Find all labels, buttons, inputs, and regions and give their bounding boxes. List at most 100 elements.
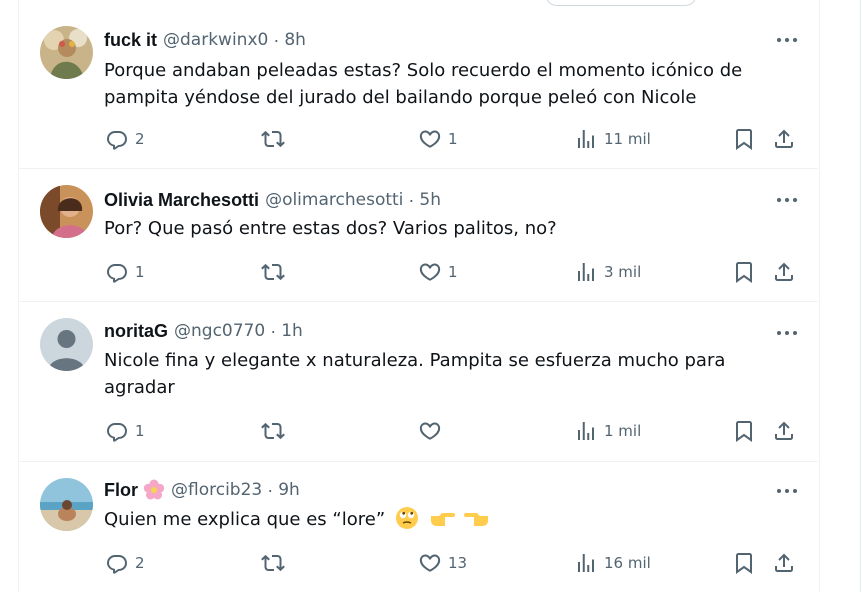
author-handle[interactable]: @olimarchesotti: [265, 190, 403, 210]
views-count: 3 mil: [604, 263, 642, 281]
separator-dot: ·: [270, 320, 277, 341]
views-button[interactable]: 1 mil: [574, 418, 641, 444]
reply-icon: [107, 131, 127, 150]
share-icon: [775, 262, 793, 281]
rolling-eyes-emoji-icon: [395, 507, 418, 529]
avatar[interactable]: [40, 185, 93, 238]
reply-button[interactable]: 2: [105, 126, 145, 152]
more-options-icon[interactable]: [775, 194, 799, 206]
tweet-text-line: pampita yéndose del jurado del bailando …: [104, 87, 697, 108]
reply-button[interactable]: 2: [105, 550, 145, 576]
tweet-item[interactable]: Flor @florcib23 · 9h Quien me explica qu…: [19, 461, 818, 592]
flower-emoji-icon: [143, 479, 165, 500]
author-name[interactable]: Flor: [104, 480, 138, 501]
bookmark-icon: [736, 129, 752, 150]
share-button[interactable]: [772, 550, 796, 576]
views-button[interactable]: 3 mil: [574, 259, 641, 285]
separator-dot: ·: [408, 189, 415, 210]
reply-icon: [107, 423, 127, 442]
more-options-icon[interactable]: [775, 34, 799, 46]
avatar[interactable]: [40, 318, 93, 371]
timestamp[interactable]: 8h: [284, 30, 306, 50]
pointing-left-emoji-icon: [464, 513, 489, 526]
bookmark-button[interactable]: [732, 418, 756, 444]
tweet-item[interactable]: fuck it @darkwinx0 · 8h Porque andaban p…: [19, 0, 818, 169]
tweet-text: Por? Que pasó entre estas dos? Varios pa…: [104, 215, 794, 242]
views-chart-icon: [578, 263, 594, 281]
author-handle[interactable]: @ngc0770: [174, 321, 265, 341]
tweet-text-line: Por? Que pasó entre estas dos? Varios pa…: [104, 218, 557, 239]
like-count: 1: [448, 263, 458, 281]
views-button[interactable]: 11 mil: [574, 126, 651, 152]
share-button[interactable]: [772, 418, 796, 444]
share-button[interactable]: [772, 126, 796, 152]
views-button[interactable]: 16 mil: [574, 550, 651, 576]
more-options-icon[interactable]: [775, 327, 799, 339]
separator-dot: ·: [267, 479, 274, 500]
bookmark-button[interactable]: [732, 126, 756, 152]
retweet-button[interactable]: [261, 259, 291, 285]
author-name[interactable]: noritaG: [104, 321, 168, 342]
like-button[interactable]: 1: [418, 126, 458, 152]
retweet-icon: [261, 130, 285, 148]
timestamp[interactable]: 9h: [278, 480, 300, 500]
timestamp[interactable]: 1h: [281, 321, 303, 341]
views-chart-icon: [578, 554, 594, 572]
avatar[interactable]: [40, 26, 93, 79]
tweet-header: Olivia Marchesotti @olimarchesotti · 5h: [104, 188, 441, 212]
like-button[interactable]: 13: [418, 550, 467, 576]
reply-count: 1: [135, 263, 145, 281]
tweet-text-line: Porque andaban peleadas estas? Solo recu…: [104, 60, 743, 81]
retweet-icon: [261, 263, 285, 281]
reply-button[interactable]: 1: [105, 259, 145, 285]
bookmark-icon: [736, 262, 752, 283]
bookmark-icon: [736, 421, 752, 442]
author-handle[interactable]: @florcib23: [171, 480, 262, 500]
timestamp[interactable]: 5h: [419, 190, 441, 210]
share-button[interactable]: [772, 259, 796, 285]
views-chart-icon: [578, 422, 594, 440]
tweet-actions: 2 13 16 mil: [19, 550, 818, 576]
tweet-text: Porque andaban peleadas estas? Solo recu…: [104, 57, 794, 111]
tweet-text-line: Nicole fina y elegante x naturaleza. Pam…: [104, 350, 726, 371]
tweet-text: Nicole fina y elegante x naturaleza. Pam…: [104, 347, 794, 401]
avatar[interactable]: [40, 478, 93, 531]
retweet-icon: [261, 422, 285, 440]
separator-dot: ·: [273, 29, 280, 50]
more-options-icon[interactable]: [775, 485, 799, 497]
tweet-header: fuck it @darkwinx0 · 8h: [104, 28, 306, 52]
views-count: 16 mil: [604, 554, 651, 572]
like-button[interactable]: [418, 418, 448, 444]
reply-button[interactable]: 1: [105, 418, 145, 444]
reply-icon: [107, 264, 127, 283]
tweet-actions: 1 1 mil: [19, 418, 818, 444]
views-count: 11 mil: [604, 130, 651, 148]
bookmark-icon: [736, 553, 752, 574]
like-count: 13: [448, 554, 468, 572]
retweet-button[interactable]: [261, 550, 291, 576]
reply-icon: [107, 555, 127, 574]
author-name[interactable]: fuck it: [104, 30, 157, 51]
tweet-actions: 1 1 3 mil: [19, 259, 818, 285]
tweet-text-line: agradar: [104, 377, 175, 398]
heart-icon: [419, 422, 441, 440]
column-divider: [860, 0, 861, 592]
retweet-button[interactable]: [261, 418, 291, 444]
share-icon: [775, 129, 793, 148]
retweet-button[interactable]: [261, 126, 291, 152]
author-handle[interactable]: @darkwinx0: [163, 30, 268, 50]
tweet-header: noritaG @ngc0770 · 1h: [104, 319, 303, 343]
author-name[interactable]: Olivia Marchesotti: [104, 190, 259, 211]
tweet-item[interactable]: noritaG @ngc0770 · 1h Nicole fina y eleg…: [19, 301, 818, 462]
views-count: 1 mil: [604, 422, 642, 440]
reply-count: 1: [135, 422, 145, 440]
tweet-text: Quien me explica que es “lore”: [104, 506, 794, 533]
like-button[interactable]: 1: [418, 259, 458, 285]
bookmark-button[interactable]: [732, 259, 756, 285]
tweet-item[interactable]: Olivia Marchesotti @olimarchesotti · 5h …: [19, 168, 818, 302]
heart-icon: [419, 130, 441, 148]
heart-icon: [419, 554, 441, 572]
tweet-text-line: Quien me explica que es “lore”: [104, 509, 386, 530]
bookmark-button[interactable]: [732, 550, 756, 576]
tweet-actions: 2 1 11 mil: [19, 126, 818, 152]
